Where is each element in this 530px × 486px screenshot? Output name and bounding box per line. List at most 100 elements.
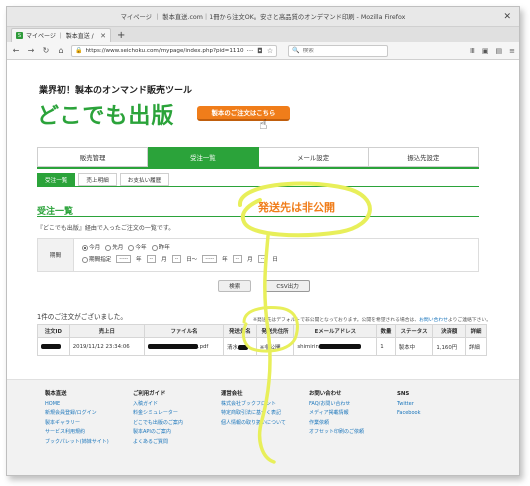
tab-sales-management[interactable]: 販売管理 — [37, 147, 149, 167]
col-email: Eメールアドレス — [293, 324, 378, 338]
orders-table: 注文ID 売上日 ファイル名 発送先名 発送先住所 Eメールアドレス 数量 ステ… — [37, 324, 487, 356]
tab-label: マイページ ｜ 製本直送 / — [26, 33, 94, 40]
tab-order-list[interactable]: 受注一覧 — [148, 147, 259, 167]
facebook-link[interactable]: Facebook — [397, 409, 421, 419]
radio-this-month[interactable]: 今月 — [82, 243, 100, 251]
reload-icon[interactable]: ↻ — [41, 46, 51, 55]
browser-window: マイページ ｜ 製本直送.com｜1冊から注文OK。安さと高品質のオンデマンド印… — [6, 6, 520, 476]
radio-this-year[interactable]: 今年 — [128, 243, 147, 251]
subtab-payment-history[interactable]: お支払い履歴 — [119, 173, 170, 186]
footer-col-sns: SNS Twitter Facebook — [397, 390, 421, 419]
col-sale-date: 売上日 — [68, 324, 145, 338]
tab-close-icon[interactable]: ✕ — [100, 32, 106, 40]
order-button[interactable]: 製本のご注文はこちら — [197, 106, 290, 121]
footer-link[interactable]: オフセット印刷のご依頼 — [309, 428, 364, 438]
footer-link[interactable]: よくあるご質問 — [133, 438, 183, 448]
cell-file-name: .pdf — [143, 337, 225, 356]
col-amount: 決済額 — [432, 324, 467, 338]
footer-link[interactable]: FAQ/お問い合わせ — [309, 400, 364, 410]
tab-mail-settings[interactable]: メール設定 — [258, 147, 369, 167]
to-year-select[interactable]: ----- — [202, 255, 218, 263]
radio-last-year[interactable]: 昨年 — [151, 243, 170, 251]
footer-link[interactable]: HOME — [45, 400, 109, 410]
footer-link[interactable]: 特定商取引法に基づく表記 — [221, 409, 286, 419]
radio-last-month[interactable]: 先月 — [105, 243, 123, 251]
library-icon[interactable]: Ⅲ — [470, 47, 475, 55]
footer-col-company: 運営会社 株式会社ブックフロント 特定商取引法に基づく表記 個人情報の取り扱いに… — [221, 390, 286, 428]
radio-icon — [82, 244, 88, 251]
period-filter: 期間 今月 先月 今年 昨年 期間指定 ----- 年 -- 月 -- 日～ ----… — [37, 238, 479, 272]
privacy-note: ※発送先はデフォルトで非公開となっております。公開を希望される場合は、お問い合わ… — [253, 318, 491, 323]
footer-link[interactable]: 入稿ガイド — [133, 400, 183, 410]
reader-icon[interactable]: ▤ — [496, 47, 503, 55]
sidebar-icon[interactable]: ▣ — [482, 47, 489, 55]
footer-link[interactable]: メディア掲載情報 — [309, 409, 364, 419]
home-icon[interactable]: ⌂ — [56, 46, 66, 55]
new-tab-icon[interactable]: + — [117, 30, 125, 41]
footer-link[interactable]: ブックパレット(姉妹サイト) — [45, 438, 109, 448]
from-month-select[interactable]: -- — [146, 255, 157, 263]
menu-icon[interactable]: ≡ — [509, 47, 515, 55]
from-day-select[interactable]: -- — [171, 255, 182, 263]
site-footer: 製本直送 HOME 新規会員登録/ログイン 製本ギャラリー サービス利用規約 ブ… — [7, 379, 519, 475]
detail-link[interactable]: 詳細 — [465, 337, 487, 356]
subnav-divider — [37, 186, 479, 187]
url-bar[interactable]: 🔒 https://www.seichoku.com/mypage/index.… — [71, 44, 278, 57]
csv-export-button[interactable]: CSV出力 — [265, 280, 310, 292]
forward-icon[interactable]: → — [26, 46, 36, 55]
col-file-name: ファイル名 — [143, 324, 225, 338]
to-month-select[interactable]: -- — [232, 255, 243, 263]
tab-bank-settings[interactable]: 振込先設定 — [368, 147, 479, 167]
footer-link[interactable]: 製本ギャラリー — [45, 419, 109, 429]
search-box[interactable]: 🔍 — [288, 44, 389, 57]
footer-link[interactable]: 料金シミュレーター — [133, 409, 183, 419]
back-icon[interactable]: ← — [11, 46, 21, 55]
footer-link[interactable]: 製本APIのご案内 — [133, 428, 183, 438]
col-status: ステータス — [394, 324, 434, 338]
pocket-icon[interactable]: ◘ — [257, 47, 263, 55]
cell-ship-name: 清水 — [223, 337, 257, 356]
page-actions-icon[interactable]: ··· — [247, 47, 254, 55]
footer-link[interactable]: 株式会社ブックフロント — [221, 400, 286, 410]
radio-icon — [82, 256, 88, 263]
nav-toolbar: ← → ↻ ⌂ 🔒 https://www.seichoku.com/mypag… — [7, 42, 519, 60]
cell-email: shimirin — [293, 337, 378, 356]
period-presets: 今月 先月 今年 昨年 — [82, 243, 470, 251]
site-logo[interactable]: どこでも出版 — [37, 98, 174, 130]
footer-link[interactable]: 個人情報の取り扱いについて — [221, 419, 286, 429]
cell-quantity: 1 — [376, 337, 396, 356]
footer-link[interactable]: サービス利用規約 — [45, 428, 109, 438]
search-button[interactable]: 検索 — [218, 280, 252, 292]
twitter-link[interactable]: Twitter — [397, 400, 421, 410]
contact-link[interactable]: お問い合わせ — [419, 318, 448, 323]
footer-link[interactable]: 新規会員登録/ログイン — [45, 409, 109, 419]
radio-custom-period[interactable]: 期間指定 — [82, 255, 111, 263]
bookmark-star-icon[interactable]: ☆ — [267, 47, 273, 55]
period-custom: 期間指定 ----- 年 -- 月 -- 日～ ----- 年 -- 月 -- 日 — [82, 255, 470, 263]
browser-tab[interactable]: S マイページ ｜ 製本直送 / ✕ — [11, 28, 111, 42]
footer-col-site: 製本直送 HOME 新規会員登録/ログイン 製本ギャラリー サービス利用規約 ブ… — [45, 390, 109, 447]
from-year-select[interactable]: ----- — [116, 255, 132, 263]
title-underline — [37, 216, 479, 217]
sub-nav: 受注一覧 売上明細 お支払い履歴 — [37, 173, 170, 186]
table-header-row: 注文ID 売上日 ファイル名 発送先名 発送先住所 Eメールアドレス 数量 ステ… — [37, 324, 487, 338]
subtab-sales-detail[interactable]: 売上明細 — [78, 173, 117, 186]
main-nav: 販売管理 受注一覧 メール設定 振込先設定 — [37, 147, 479, 167]
lock-icon: 🔒 — [75, 47, 83, 54]
footer-link[interactable]: どこでも出版のご案内 — [133, 419, 183, 429]
footer-link[interactable]: 作業依頼 — [309, 419, 364, 429]
window-close-icon[interactable]: ✕ — [503, 12, 511, 22]
redacted-mark — [237, 344, 248, 350]
toolbar-right: Ⅲ ▣ ▤ ≡ — [470, 47, 515, 55]
result-count: 1件のご注文がございました。 — [37, 313, 127, 321]
tab-strip: S マイページ ｜ 製本直送 / ✕ + — [7, 27, 519, 42]
search-input[interactable] — [302, 47, 383, 54]
title-bar: マイページ ｜ 製本直送.com｜1冊から注文OK。安さと高品質のオンデマンド印… — [7, 7, 519, 27]
subtab-order-list[interactable]: 受注一覧 — [37, 173, 76, 186]
col-order-id: 注文ID — [37, 324, 70, 338]
annotation-label: 発送先は非公開 — [258, 201, 335, 214]
to-day-select[interactable]: -- — [257, 255, 268, 263]
redacted-mark — [318, 343, 361, 349]
col-detail: 詳細 — [465, 324, 487, 338]
url-text[interactable]: https://www.seichoku.com/mypage/index.ph… — [85, 48, 243, 54]
